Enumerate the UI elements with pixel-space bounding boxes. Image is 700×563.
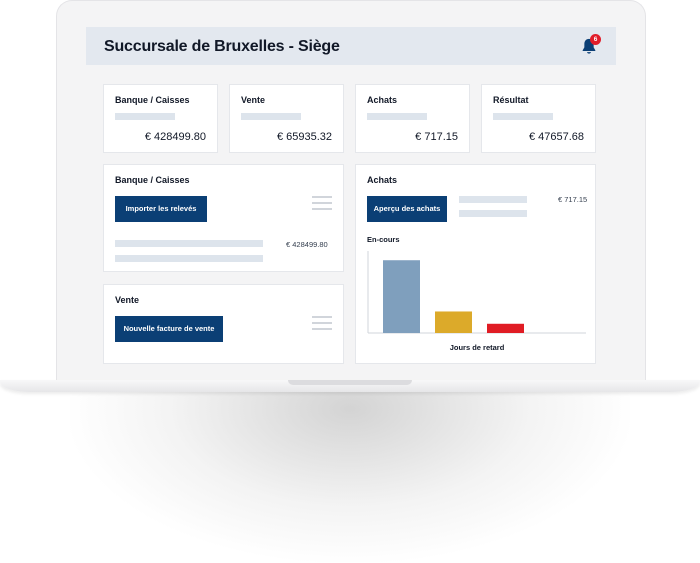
kpi-card-result[interactable]: Résultat € 47657.68 [481,84,596,153]
bank-panel: Banque / Caisses Importer les relevés € … [103,164,344,272]
outstanding-chart: Jours de retard [367,251,586,352]
kpi-value: € 65935.32 [276,131,332,143]
purchases-amount: € 717.15 [558,195,588,204]
placeholder-bar [115,113,175,120]
panel-title: Vente [115,295,140,305]
purchases-overview-button[interactable]: Aperçu des achats [367,196,447,222]
page-title: Succursale de Bruxelles - Siège [104,38,340,55]
panel-title: Banque / Caisses [115,175,190,185]
menu-icon[interactable] [312,316,332,330]
bank-balance: € 428499.80 [286,240,328,249]
kpi-card-bank[interactable]: Banque / Caisses € 428499.80 [103,84,218,153]
import-statements-button[interactable]: Importer les relevés [115,196,207,222]
kpi-card-purchases[interactable]: Achats € 717.15 [355,84,470,153]
chart-bar [487,323,524,333]
placeholder-bar [367,113,427,120]
laptop-shadow [70,392,630,562]
page-header: Succursale de Bruxelles - Siège 6 [86,27,616,65]
chart-bar [435,311,472,333]
sales-panel: Vente Nouvelle facture de vente [103,284,344,364]
notification-badge: 6 [590,34,601,45]
x-axis-label: Jours de retard [450,343,505,352]
placeholder-bar [459,196,527,203]
laptop-notch [288,380,412,385]
purchases-panel: Achats Aperçu des achats € 717.15 En-cou… [355,164,596,364]
kpi-label: Achats [367,95,398,105]
dashboard-screen: Succursale de Bruxelles - Siège 6 Banque… [86,0,616,364]
placeholder-bar [115,255,263,262]
kpi-value: € 428499.80 [144,131,206,143]
placeholder-bar [493,113,553,120]
placeholder-bar [459,210,527,217]
chart-title: En-cours [367,235,400,244]
chart-bar [383,260,420,333]
panel-title: Achats [367,175,398,185]
kpi-value: € 47657.68 [528,131,584,143]
kpi-value: € 717.15 [415,131,458,143]
kpi-label: Vente [241,95,266,105]
kpi-label: Banque / Caisses [115,95,190,105]
new-sales-invoice-button[interactable]: Nouvelle facture de vente [115,316,223,342]
placeholder-bar [115,240,263,247]
kpi-label: Résultat [493,95,529,105]
placeholder-bar [241,113,301,120]
menu-icon[interactable] [312,196,332,210]
kpi-card-sales[interactable]: Vente € 65935.32 [229,84,344,153]
